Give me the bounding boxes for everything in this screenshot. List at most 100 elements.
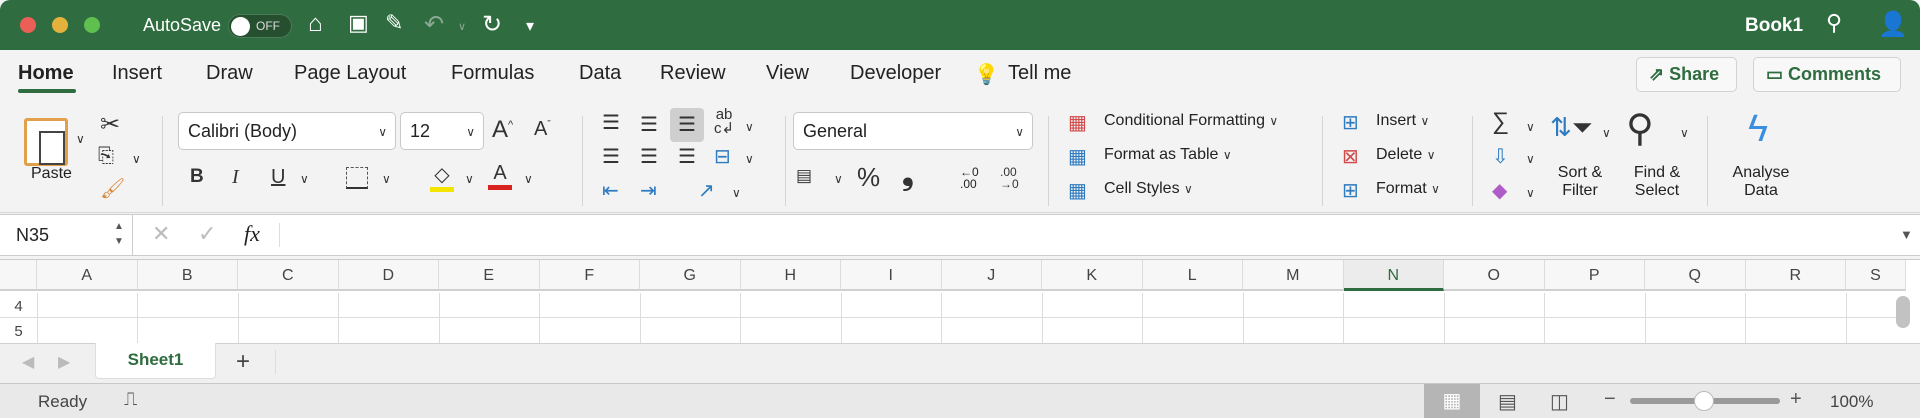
sort-filter-chevron-icon[interactable]: ∨ <box>1602 126 1611 140</box>
font-size-select[interactable]: 12 ∨ <box>400 112 484 150</box>
column-header-c[interactable]: C <box>238 260 339 291</box>
cut-icon[interactable]: ✂ <box>100 110 120 139</box>
underline-chevron-icon[interactable]: ∨ <box>300 172 309 186</box>
name-box-stepper-icon[interactable]: ▲ ▼ <box>114 219 124 249</box>
column-header-o[interactable]: O <box>1444 260 1545 291</box>
previous-sheet-icon[interactable]: ◀ <box>22 352 34 372</box>
edit-icon[interactable]: ✎ <box>385 10 403 36</box>
save-icon[interactable]: ▣ <box>348 10 369 36</box>
align-middle-icon[interactable]: ☰ <box>640 112 658 137</box>
vertical-scrollbar[interactable] <box>1896 296 1910 328</box>
name-box[interactable]: N35 ▲ ▼ <box>0 215 133 255</box>
font-color-icon[interactable]: A <box>488 162 512 190</box>
fill-chevron-icon[interactable]: ∨ <box>1526 152 1535 166</box>
account-icon[interactable]: 👤 <box>1878 10 1908 39</box>
tell-me[interactable]: Tell me <box>1008 62 1071 85</box>
borders-chevron-icon[interactable]: ∨ <box>382 172 391 186</box>
insert-cells-icon[interactable]: ⊞ <box>1342 110 1359 135</box>
decrease-font-size-icon[interactable]: Aˇ <box>534 118 551 141</box>
analyse-data-icon[interactable]: ϟ <box>1748 108 1768 151</box>
select-all-button[interactable] <box>0 260 37 291</box>
merge-center-icon[interactable]: ⊟ <box>714 144 731 169</box>
column-header-n[interactable]: N <box>1343 260 1444 291</box>
font-name-select[interactable]: Calibri (Body) ∨ <box>178 112 396 150</box>
font-color-chevron-icon[interactable]: ∨ <box>524 172 533 186</box>
add-sheet-button[interactable]: + <box>236 348 250 376</box>
column-header-d[interactable]: D <box>338 260 439 291</box>
column-header-j[interactable]: J <box>941 260 1042 291</box>
search-icon[interactable]: ⚲ <box>1826 10 1842 36</box>
percent-button[interactable]: % <box>857 162 880 193</box>
find-select-chevron-icon[interactable]: ∨ <box>1680 126 1689 140</box>
column-header-k[interactable]: K <box>1042 260 1143 291</box>
autosum-icon[interactable]: ∑ <box>1492 108 1509 136</box>
tab-developer[interactable]: Developer <box>850 62 941 85</box>
align-center-icon[interactable]: ☰ <box>640 144 658 169</box>
sheet-tab-sheet1[interactable]: Sheet1 <box>95 343 216 379</box>
formula-input[interactable] <box>290 215 1890 255</box>
delete-cells-icon[interactable]: ⊠ <box>1342 144 1359 169</box>
clear-chevron-icon[interactable]: ∨ <box>1526 186 1535 200</box>
underline-button[interactable]: U <box>271 166 285 189</box>
tab-formulas[interactable]: Formulas <box>451 62 534 85</box>
sort-filter-button[interactable]: Sort & Filter <box>1552 164 1608 200</box>
clear-icon[interactable]: ◆ <box>1492 178 1507 203</box>
column-header-r[interactable]: R <box>1745 260 1846 291</box>
share-button[interactable]: ⇗ Share <box>1636 57 1737 92</box>
enter-icon[interactable]: ✓ <box>198 221 216 247</box>
page-break-view-icon[interactable]: ◫ <box>1550 389 1569 414</box>
tab-page-layout[interactable]: Page Layout <box>294 62 406 85</box>
sort-filter-icon[interactable]: ⇅⏷ <box>1550 112 1593 144</box>
next-sheet-icon[interactable]: ▶ <box>58 352 70 372</box>
wrap-text-icon[interactable]: ab c↲ <box>714 107 734 136</box>
cell-styles-button[interactable]: Cell Styles ∨ <box>1104 180 1193 198</box>
paste-icon[interactable] <box>24 118 68 166</box>
fill-color-chevron-icon[interactable]: ∨ <box>465 172 474 186</box>
orientation-chevron-icon[interactable]: ∨ <box>732 186 741 200</box>
format-as-table-icon[interactable]: ▦ <box>1068 144 1087 169</box>
zoom-level[interactable]: 100% <box>1830 392 1873 412</box>
zoom-in-button[interactable]: + <box>1790 388 1802 411</box>
fill-color-icon[interactable]: ◇ <box>430 162 454 192</box>
column-header-f[interactable]: F <box>539 260 640 291</box>
increase-indent-icon[interactable]: ⇥ <box>640 178 657 203</box>
format-cells-icon[interactable]: ⊞ <box>1342 178 1359 203</box>
column-header-p[interactable]: P <box>1544 260 1645 291</box>
decrease-decimal-button[interactable]: ←0 .00 <box>960 166 990 190</box>
column-header-h[interactable]: H <box>740 260 841 291</box>
column-header-b[interactable]: B <box>137 260 238 291</box>
minimize-window-button[interactable] <box>52 17 68 33</box>
insert-cells-button[interactable]: Insert ∨ <box>1376 112 1429 130</box>
macro-recording-icon[interactable]: ⎍ <box>124 389 137 411</box>
format-painter-icon[interactable]: 🖌 <box>100 176 125 201</box>
home-icon[interactable]: ⌂ <box>308 10 323 38</box>
orientation-icon[interactable]: ↗ <box>698 178 715 203</box>
zoom-slider-thumb[interactable] <box>1694 391 1714 411</box>
align-top-icon[interactable]: ☰ <box>602 110 620 135</box>
delete-cells-button[interactable]: Delete ∨ <box>1376 146 1436 164</box>
increase-font-size-icon[interactable]: A^ <box>492 116 513 144</box>
zoom-out-button[interactable]: − <box>1604 388 1616 411</box>
autosum-chevron-icon[interactable]: ∨ <box>1526 120 1535 134</box>
page-layout-view-icon[interactable]: ▤ <box>1498 389 1517 414</box>
column-header-g[interactable]: G <box>640 260 741 291</box>
copy-chevron-icon[interactable]: ∨ <box>132 152 141 166</box>
zoom-window-button[interactable] <box>84 17 100 33</box>
column-header-q[interactable]: Q <box>1645 260 1746 291</box>
column-header-s[interactable]: S <box>1846 260 1906 291</box>
tab-home[interactable]: Home <box>18 62 74 85</box>
italic-button[interactable]: I <box>232 166 239 189</box>
align-right-icon[interactable]: ☰ <box>678 144 696 169</box>
accounting-format-icon[interactable]: ▤ <box>796 166 812 186</box>
row-header-5[interactable]: 5 <box>0 323 37 340</box>
redo-icon[interactable]: ↻ <box>482 10 502 39</box>
customize-icon[interactable]: ▾ <box>526 16 534 36</box>
tab-insert[interactable]: Insert <box>112 62 162 85</box>
comments-button[interactable]: ▭ Comments <box>1753 57 1901 92</box>
bold-button[interactable]: B <box>190 166 204 188</box>
comma-button[interactable]: ❟ <box>902 158 914 192</box>
normal-view-button[interactable]: ▦ <box>1424 384 1480 418</box>
tab-view[interactable]: View <box>766 62 809 85</box>
autosave-toggle[interactable]: OFF <box>228 14 292 38</box>
tab-draw[interactable]: Draw <box>206 62 253 85</box>
